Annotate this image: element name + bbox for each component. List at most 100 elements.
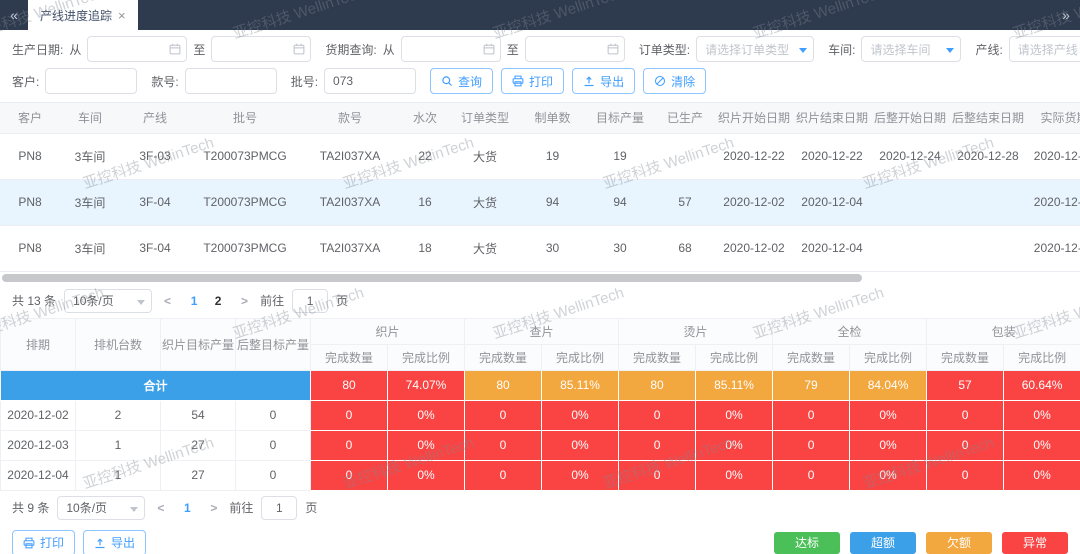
next-page-button[interactable]: > [206, 501, 221, 515]
table-cell [871, 179, 949, 226]
page-button[interactable]: 1 [183, 290, 205, 312]
col-knit-start-date: 织片开始日期 [715, 103, 793, 134]
table-cell: 94 [585, 179, 655, 226]
stat-cell: 0 [926, 429, 1005, 461]
group-knitting: 织片 [309, 317, 466, 345]
line-select[interactable]: 请选择产线 [1008, 36, 1080, 62]
table-cell: PN8 [0, 225, 60, 272]
sub-col-ratio: 完成比例 [386, 343, 466, 371]
style-label: 款号: [151, 74, 179, 89]
schedule-row[interactable]: 2020-12-04 1 27 0 0 0% 0 0% 0 0% 0 0% 0 0% [0, 459, 1080, 491]
footer-print-button[interactable]: 打印 [12, 529, 76, 554]
schedule-row[interactable]: 2020-12-03 1 27 0 0 0% 0 0% 0 0% 0 0% 0 0% [0, 429, 1080, 461]
tab-production-progress[interactable]: 产线进度追踪 × [28, 0, 138, 30]
col-customer: 客户 [0, 103, 60, 134]
customer-input[interactable] [45, 68, 138, 94]
legend-button[interactable]: 达标 [774, 531, 840, 554]
stat-cell: 0% [386, 429, 466, 461]
workshop-select[interactable]: 请选择车间 [861, 36, 962, 62]
export-button[interactable]: 导出 [572, 68, 636, 94]
col-produced: 已生产 [655, 103, 715, 134]
footer-export-button[interactable]: 导出 [83, 529, 147, 554]
pagination-main: 共 13 条 10条/页 < 12 > 前往 页 [0, 283, 1080, 318]
stat-cell: 0 [618, 399, 697, 431]
page-size-select[interactable]: 10条/页 [64, 288, 153, 313]
table-cell: 2020-12-28 [949, 133, 1027, 180]
schedule-cell: 27 [160, 459, 236, 491]
stat-cell: 85.11% [695, 369, 774, 401]
stat-cell: 0 [310, 429, 388, 461]
style-input[interactable] [184, 68, 277, 94]
table-row[interactable]: PN8 3车间 3F-04 T200073PMCG TA2I037XA 18 大货 30 30 6… [0, 225, 1080, 272]
sub-col-ratio: 完成比例 [849, 343, 928, 371]
table-cell: 68 [655, 225, 715, 272]
stat-cell: 0% [1003, 399, 1080, 431]
col-schedule-date: 排期 [0, 317, 76, 371]
app-root: « 产线进度追踪 × » 生产日期: 从 至 货期查询: 从 至 订单类型: 请… [0, 0, 1080, 554]
tab-bar-spacer [138, 0, 1052, 30]
prev-page-button[interactable]: < [160, 294, 175, 308]
col-finish-target: 后整目标产量 [235, 317, 311, 371]
table-cell: 3F-04 [120, 179, 190, 226]
table-row[interactable]: PN8 3车间 3F-04 T200073PMCG TA2I037XA 16 大货 94 94 5… [0, 179, 1080, 226]
clear-button[interactable]: 清除 [643, 68, 707, 94]
schedule-cell: 0 [235, 459, 311, 491]
goto-page-input[interactable] [261, 495, 298, 520]
schedule-cell: 2020-12-03 [0, 429, 76, 461]
stat-cell: 80 [464, 369, 543, 401]
to-label: 至 [506, 42, 519, 57]
legend-button[interactable]: 欠额 [926, 531, 992, 554]
tab-label: 产线进度追踪 [40, 8, 113, 23]
table-cell: 18 [400, 225, 450, 272]
legend-button[interactable]: 异常 [1002, 531, 1068, 554]
schedule-row[interactable]: 2020-12-02 2 54 0 0 0% 0 0% 0 0% 0 0% 0 0% [0, 399, 1080, 431]
table-cell: 3F-03 [120, 133, 190, 180]
table-cell: TA2I037XA [300, 133, 400, 180]
tab-close-icon[interactable]: × [118, 8, 126, 23]
table-cell: 3车间 [60, 133, 120, 180]
stat-cell: 0% [1003, 459, 1080, 491]
stat-cell: 0 [464, 399, 543, 431]
stat-cell: 0% [386, 399, 466, 431]
goto-label: 前往 [229, 501, 254, 515]
goto-page-input[interactable] [292, 288, 329, 313]
collapse-left-icon[interactable]: « [0, 0, 28, 30]
table-cell: 19 [520, 133, 585, 180]
clear-button-label: 清除 [671, 74, 696, 89]
prev-page-button[interactable]: < [153, 501, 168, 515]
order-type-select[interactable]: 请选择订单类型 [696, 36, 815, 62]
stat-cell: 0 [618, 429, 697, 461]
table-cell [655, 133, 715, 180]
table-cell: T200073PMCG [190, 225, 300, 272]
batch-label: 批号: [290, 74, 319, 89]
col-order-qty: 制单数 [520, 103, 585, 134]
batch-input[interactable] [324, 68, 417, 94]
col-knit-end-date: 织片结束日期 [793, 103, 871, 134]
legend-button[interactable]: 超额 [850, 531, 916, 554]
collapse-right-icon[interactable]: » [1052, 0, 1080, 30]
table-cell: 2020-12-02 [715, 179, 793, 226]
schedule-cell: 2 [75, 399, 161, 431]
table-cell: 大货 [450, 179, 520, 226]
sub-col-qty: 完成数量 [618, 343, 697, 371]
stat-cell: 80 [618, 369, 697, 401]
scrollbar-thumb[interactable] [2, 273, 862, 282]
table-cell: 2020-12-22 [715, 133, 793, 180]
table-cell: 19 [585, 133, 655, 180]
table-cell: 2020-12-10 [1027, 225, 1080, 272]
print-button[interactable]: 打印 [501, 68, 565, 94]
workshop-placeholder: 请选择车间 [870, 42, 931, 57]
line-label: 产线: [975, 42, 1003, 57]
col-actual-delivery: 实际货期 [1027, 103, 1080, 134]
line-filter: 产线: 请选择产线 [975, 36, 1080, 62]
table-row[interactable]: PN8 3车间 3F-03 T200073PMCG TA2I037XA 22 大货 19 19 2… [0, 133, 1080, 180]
prod-date-label: 生产日期: [12, 42, 64, 57]
page-button[interactable]: 1 [176, 497, 198, 519]
sub-col-qty: 完成数量 [464, 343, 543, 371]
col-finish-end-date: 后整结束日期 [949, 103, 1027, 134]
next-page-button[interactable]: > [237, 294, 252, 308]
col-order-type: 订单类型 [450, 103, 520, 134]
search-button[interactable]: 查询 [430, 68, 494, 94]
page-button[interactable]: 2 [207, 290, 229, 312]
page-size-select[interactable]: 10条/页 [57, 495, 146, 520]
